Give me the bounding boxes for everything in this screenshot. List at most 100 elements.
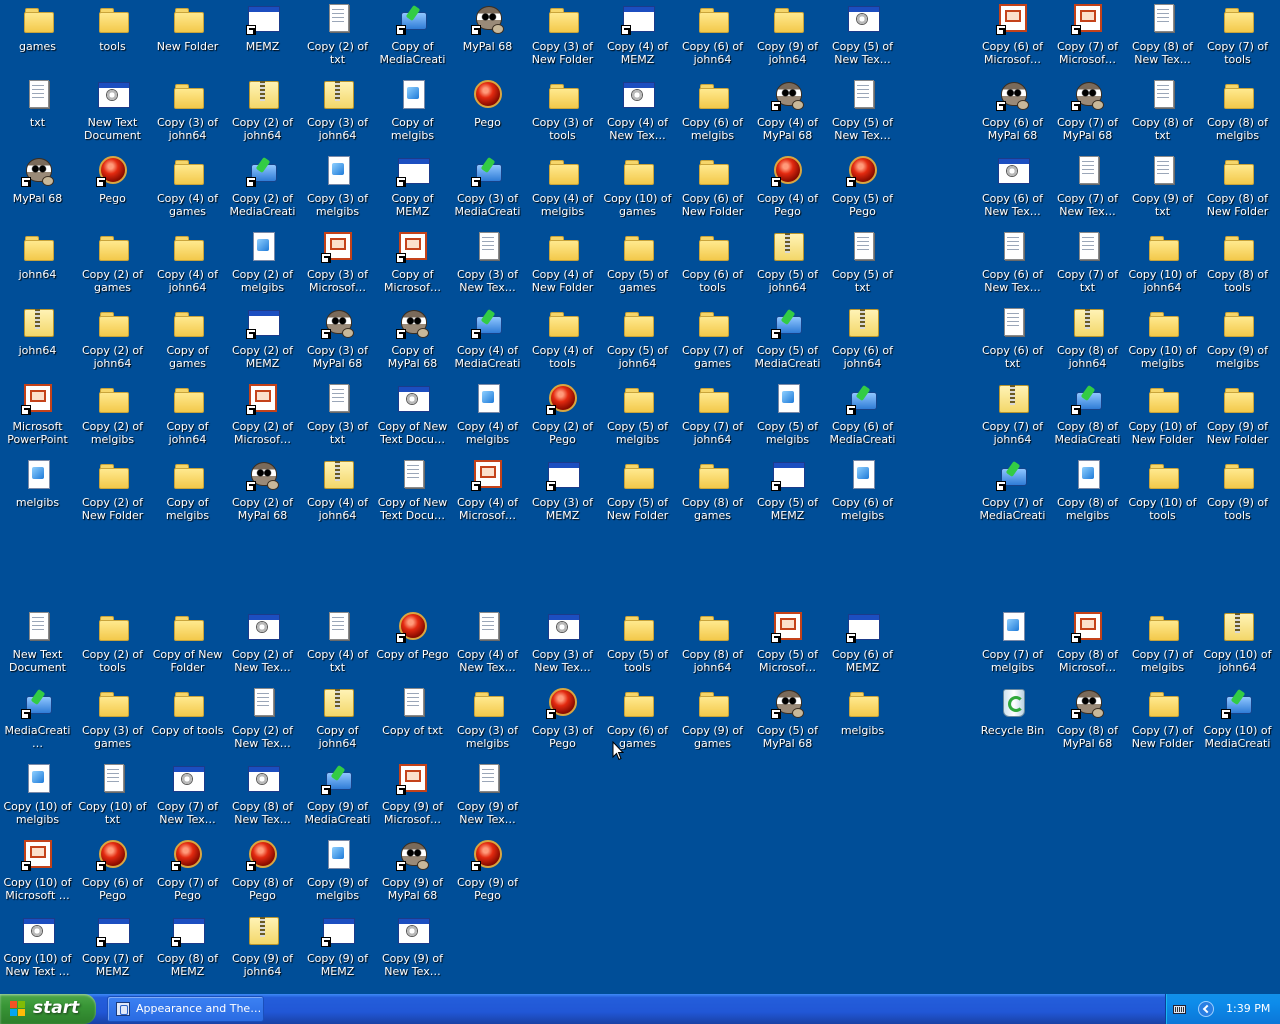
desktop-icon-copy-8-of-txt[interactable]: Copy (8) of txt <box>1125 76 1200 152</box>
desktop-icon-copy-2-of-new-tex[interactable]: Copy (2) of New Tex… <box>225 608 300 684</box>
desktop-icon-new-folder[interactable]: New Folder <box>150 0 225 76</box>
desktop-icon-copy-8-of-new-tex[interactable]: Copy (8) of New Tex… <box>1125 0 1200 76</box>
desktop-icon-copy-4-of-mypal-68[interactable]: Copy (4) of MyPal 68 <box>750 76 825 152</box>
desktop-icon-copy-6-of-txt[interactable]: Copy (6) of txt <box>975 304 1050 380</box>
desktop-icon-copy-5-of-games[interactable]: Copy (5) of games <box>600 228 675 304</box>
desktop-icon-copy-5-of-new-folder[interactable]: Copy (5) of New Folder <box>600 456 675 532</box>
desktop-icon-mypal-68[interactable]: MyPal 68 <box>0 152 75 228</box>
desktop-icon-txt[interactable]: txt <box>0 76 75 152</box>
desktop-icon-copy-9-of-tools[interactable]: Copy (9) of tools <box>1200 456 1275 532</box>
desktop-icon-copy-10-of-new-folder[interactable]: Copy (10) of New Folder <box>1125 380 1200 456</box>
desktop-icon-copy-9-of-microsof[interactable]: Copy (9) of Microsof… <box>375 760 450 836</box>
desktop-icon-copy-3-of-memz[interactable]: Copy (3) of MEMZ <box>525 456 600 532</box>
desktop-icon-copy-8-of-tools[interactable]: Copy (8) of tools <box>1200 228 1275 304</box>
desktop-icon-copy-10-of-microsoft[interactable]: Copy (10) of Microsoft … <box>0 836 75 912</box>
desktop-icon-copy-6-of-new-folder[interactable]: Copy (6) of New Folder <box>675 152 750 228</box>
desktop-icon-copy-of-memz[interactable]: Copy of MEMZ <box>375 152 450 228</box>
desktop-icon-copy-of-pego[interactable]: Copy of Pego <box>375 608 450 684</box>
desktop-icon-copy-7-of-new-tex[interactable]: Copy (7) of New Tex… <box>1050 152 1125 228</box>
desktop-icon-copy-of-new-folder[interactable]: Copy of New Folder <box>150 608 225 684</box>
desktop-icon-copy-3-of-new-tex[interactable]: Copy (3) of New Tex… <box>525 608 600 684</box>
desktop-icon-copy-7-of-tools[interactable]: Copy (7) of tools <box>1200 0 1275 76</box>
desktop-icon-microsoft-powerpoint[interactable]: Microsoft PowerPoint <box>0 380 75 456</box>
desktop-icon-copy-5-of-new-tex[interactable]: Copy (5) of New Tex… <box>825 76 900 152</box>
desktop-icon-copy-5-of-john64[interactable]: Copy (5) of john64 <box>600 304 675 380</box>
desktop-icon-copy-2-of-mypal-68[interactable]: Copy (2) of MyPal 68 <box>225 456 300 532</box>
desktop-icon-memz[interactable]: MEMZ <box>225 0 300 76</box>
desktop-icon-mediacreati[interactable]: MediaCreati… <box>0 684 75 760</box>
desktop-icon-copy-5-of-mypal-68[interactable]: Copy (5) of MyPal 68 <box>750 684 825 760</box>
desktop-icon-copy-8-of-pego[interactable]: Copy (8) of Pego <box>225 836 300 912</box>
desktop-icon-copy-4-of-mediacreati[interactable]: Copy (4) of MediaCreati… <box>450 304 525 380</box>
desktop-icon-copy-9-of-memz[interactable]: Copy (9) of MEMZ <box>300 912 375 988</box>
desktop-icon-new-text-document[interactable]: New Text Document <box>75 76 150 152</box>
desktop-icon-copy-8-of-microsof[interactable]: Copy (8) of Microsof… <box>1050 608 1125 684</box>
desktop-icon-copy-7-of-microsof[interactable]: Copy (7) of Microsof… <box>1050 0 1125 76</box>
desktop-icon-copy-7-of-pego[interactable]: Copy (7) of Pego <box>150 836 225 912</box>
desktop-icon-copy-7-of-new-folder[interactable]: Copy (7) of New Folder <box>1125 684 1200 760</box>
desktop-icon-copy-4-of-microsof[interactable]: Copy (4) of Microsof… <box>450 456 525 532</box>
desktop-icon-copy-5-of-memz[interactable]: Copy (5) of MEMZ <box>750 456 825 532</box>
desktop-icon-copy-3-of-txt[interactable]: Copy (3) of txt <box>300 380 375 456</box>
desktop-icon-copy-2-of-john64[interactable]: Copy (2) of john64 <box>75 304 150 380</box>
desktop-icon-copy-8-of-new-folder[interactable]: Copy (8) of New Folder <box>1200 152 1275 228</box>
desktop-icon-copy-6-of-melgibs[interactable]: Copy (6) of melgibs <box>825 456 900 532</box>
desktop-icon-copy-4-of-melgibs[interactable]: Copy (4) of melgibs <box>525 152 600 228</box>
desktop-icon-copy-7-of-john64[interactable]: Copy (7) of john64 <box>675 380 750 456</box>
desktop-icon-copy-10-of-txt[interactable]: Copy (10) of txt <box>75 760 150 836</box>
desktop-icon-copy-6-of-mypal-68[interactable]: Copy (6) of MyPal 68 <box>975 76 1050 152</box>
desktop-icon-copy-4-of-new-tex[interactable]: Copy (4) of New Tex… <box>450 608 525 684</box>
desktop-icon-copy-10-of-melgibs[interactable]: Copy (10) of melgibs <box>1125 304 1200 380</box>
desktop-icon-copy-of-melgibs[interactable]: Copy of melgibs <box>375 76 450 152</box>
start-button[interactable]: start <box>0 994 96 1024</box>
desktop-icon-new-text-document[interactable]: New Text Document <box>0 608 75 684</box>
desktop-icon-copy-8-of-memz[interactable]: Copy (8) of MEMZ <box>150 912 225 988</box>
desktop-icon-copy-10-of-john64[interactable]: Copy (10) of john64 <box>1200 608 1275 684</box>
desktop-icon-copy-of-games[interactable]: Copy of games <box>150 304 225 380</box>
desktop-icon-copy-2-of-mediacreati[interactable]: Copy (2) of MediaCreati… <box>225 152 300 228</box>
desktop-icon-copy-8-of-melgibs[interactable]: Copy (8) of melgibs <box>1200 76 1275 152</box>
desktop-icon-copy-6-of-memz[interactable]: Copy (6) of MEMZ <box>825 608 900 684</box>
desktop-icon-copy-5-of-pego[interactable]: Copy (5) of Pego <box>825 152 900 228</box>
desktop-icon-copy-5-of-mediacreati[interactable]: Copy (5) of MediaCreati… <box>750 304 825 380</box>
desktop-icon-copy-9-of-new-tex[interactable]: Copy (9) of New Tex… <box>375 912 450 988</box>
desktop-icon-copy-10-of-new-text[interactable]: Copy (10) of New Text … <box>0 912 75 988</box>
desktop-icon-copy-of-microsof[interactable]: Copy of Microsof… <box>375 228 450 304</box>
desktop-icon-games[interactable]: games <box>0 0 75 76</box>
desktop-icon-copy-3-of-microsof[interactable]: Copy (3) of Microsof… <box>300 228 375 304</box>
desktop-icon-copy-6-of-new-tex[interactable]: Copy (6) of New Tex… <box>975 152 1050 228</box>
desktop-icon-copy-6-of-john64[interactable]: Copy (6) of john64 <box>825 304 900 380</box>
desktop-icon-mypal-68[interactable]: MyPal 68 <box>450 0 525 76</box>
desktop-icon-copy-of-melgibs[interactable]: Copy of melgibs <box>150 456 225 532</box>
desktop-icon-copy-4-of-john64[interactable]: Copy (4) of john64 <box>300 456 375 532</box>
desktop-icon-copy-3-of-mediacreati[interactable]: Copy (3) of MediaCreati… <box>450 152 525 228</box>
desktop-icon-tools[interactable]: tools <box>75 0 150 76</box>
desktop-icon-copy-of-mediacreati[interactable]: Copy of MediaCreati… <box>375 0 450 76</box>
desktop-icon-copy-7-of-new-tex[interactable]: Copy (7) of New Tex… <box>150 760 225 836</box>
desktop-icon-copy-5-of-melgibs[interactable]: Copy (5) of melgibs <box>750 380 825 456</box>
desktop-icon-copy-10-of-games[interactable]: Copy (10) of games <box>600 152 675 228</box>
desktop-icon-copy-4-of-melgibs[interactable]: Copy (4) of melgibs <box>450 380 525 456</box>
desktop-icon-copy-7-of-melgibs[interactable]: Copy (7) of melgibs <box>1125 608 1200 684</box>
desktop-icon-copy-7-of-john64[interactable]: Copy (7) of john64 <box>975 380 1050 456</box>
desktop-icon-copy-of-new-text-docu[interactable]: Copy of New Text Docu… <box>375 380 450 456</box>
desktop-icon-copy-7-of-mediacreati[interactable]: Copy (7) of MediaCreati… <box>975 456 1050 532</box>
desktop-icon-copy-7-of-txt[interactable]: Copy (7) of txt <box>1050 228 1125 304</box>
desktop-icon-copy-of-txt[interactable]: Copy of txt <box>375 684 450 760</box>
desktop-icon-copy-2-of-memz[interactable]: Copy (2) of MEMZ <box>225 304 300 380</box>
desktop-icon-copy-7-of-memz[interactable]: Copy (7) of MEMZ <box>75 912 150 988</box>
desktop-icon-copy-9-of-txt[interactable]: Copy (9) of txt <box>1125 152 1200 228</box>
desktop-icon-copy-6-of-tools[interactable]: Copy (6) of tools <box>675 228 750 304</box>
desktop-icon-copy-10-of-john64[interactable]: Copy (10) of john64 <box>1125 228 1200 304</box>
desktop-icon-copy-2-of-melgibs[interactable]: Copy (2) of melgibs <box>75 380 150 456</box>
desktop-icon-pego[interactable]: Pego <box>75 152 150 228</box>
desktop-icon-copy-2-of-new-tex[interactable]: Copy (2) of New Tex… <box>225 684 300 760</box>
desktop-icon-copy-3-of-john64[interactable]: Copy (3) of john64 <box>300 76 375 152</box>
desktop-icon-copy-of-john64[interactable]: Copy of john64 <box>150 380 225 456</box>
desktop-icon-copy-9-of-new-folder[interactable]: Copy (9) of New Folder <box>1200 380 1275 456</box>
desktop-icon-copy-4-of-john64[interactable]: Copy (4) of john64 <box>150 228 225 304</box>
desktop-icon-copy-4-of-pego[interactable]: Copy (4) of Pego <box>750 152 825 228</box>
desktop-icon-copy-2-of-games[interactable]: Copy (2) of games <box>75 228 150 304</box>
desktop-icon-copy-2-of-john64[interactable]: Copy (2) of john64 <box>225 76 300 152</box>
desktop-icon-copy-10-of-melgibs[interactable]: Copy (10) of melgibs <box>0 760 75 836</box>
